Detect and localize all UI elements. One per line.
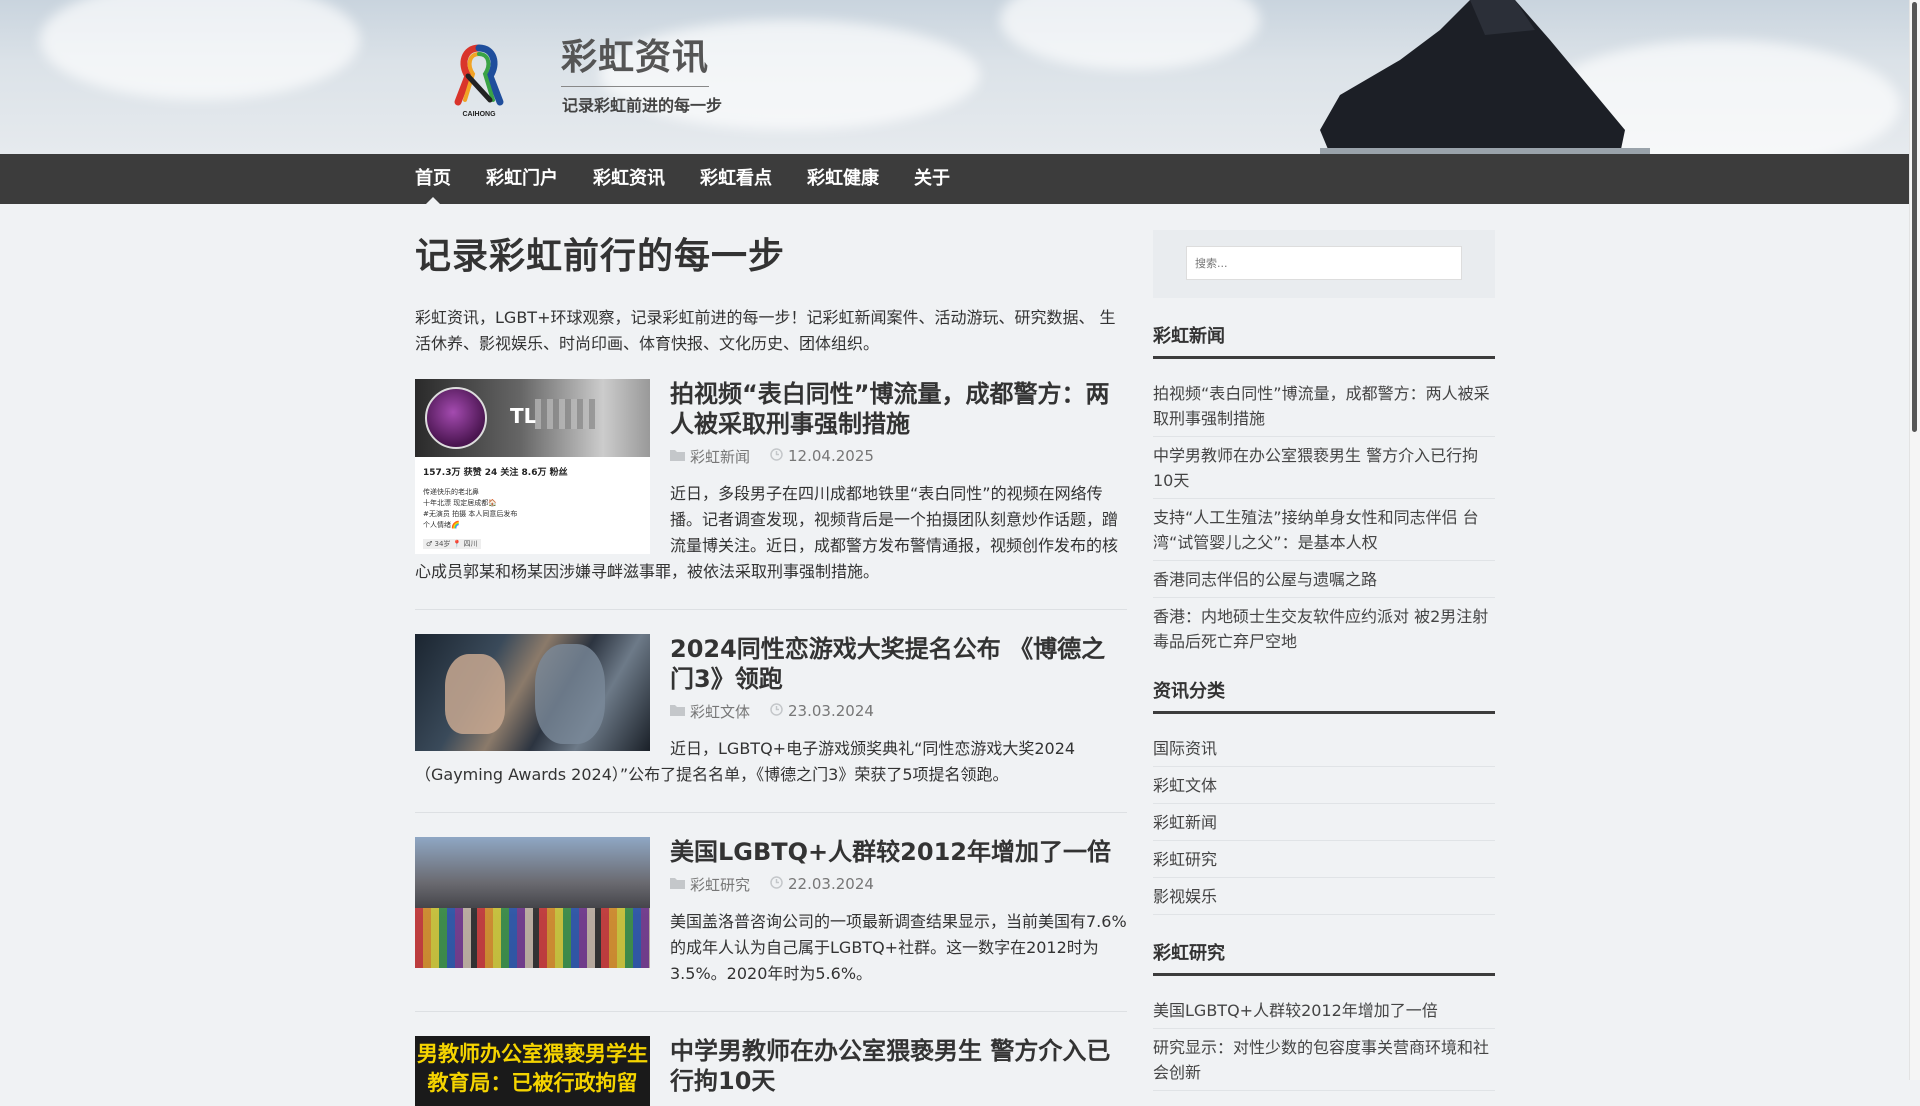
post-date: 22.03.2024 [788,875,874,893]
post-item: TL 157.3万 获赞 24 关注 8.6万 粉丝 传递快乐的老北鼻 十年北漂… [415,379,1127,610]
post-date: 23.03.2024 [788,702,874,720]
thumb-crowd [415,908,650,968]
header-tent-image [1320,0,1650,154]
widget-title: 资讯分类 [1153,677,1495,714]
widget-news-link[interactable]: 支持“人工生殖法”接纳单身女性和同志伴侣 台湾“试管婴儿之父”：是基本人权 [1153,499,1495,561]
thumb-bio-line: 个人情绪🌈 [423,521,460,529]
scrollbar-thumb[interactable] [1912,2,1917,432]
page-title: 记录彩虹前行的每一步 [415,236,786,277]
thumb-stats: 157.3万 获赞 24 关注 8.6万 粉丝 [423,468,568,478]
post-thumbnail[interactable]: TL 157.3万 获赞 24 关注 8.6万 粉丝 传递快乐的老北鼻 十年北漂… [415,379,650,554]
post-meta: 彩虹文体 23.03.2024 [670,700,1127,722]
main-nav: 首页 彩虹门户 彩虹资讯 彩虹看点 彩虹健康 关于 [0,154,1910,204]
clock-icon [770,875,783,893]
thumb-bio: 传递快乐的老北鼻 十年北漂 现定居成都🏠 #无演员 拍摄 本人同意后发布 个人情… [423,487,517,531]
header-cloud [40,0,360,100]
post-date: 12.04.2025 [788,447,874,465]
thumb-caption: 男教师办公室猥亵男学生 [417,1042,648,1066]
page-scrollbar[interactable] [1909,0,1920,1080]
logo-text: CAIHONG [462,111,496,118]
widget-rainbow-news: 彩虹新闻 拍视频“表白同性”博流量，成都警方：两人被采取刑事强制措施 中学男教师… [1153,322,1495,659]
widget-rainbow-research: 彩虹研究 美国LGBTQ+人群较2012年增加了一倍 研究显示：对性少数的包容度… [1153,939,1495,1091]
widget-title: 彩虹研究 [1153,939,1495,976]
research-link[interactable]: 研究显示：对性少数的包容度事关营商环境和社会创新 [1153,1029,1495,1091]
category-link[interactable]: 彩虹研究 [1153,841,1495,878]
widget-news-link[interactable]: 拍视频“表白同性”博流量，成都警方：两人被采取刑事强制措施 [1153,375,1495,437]
thumb-tag: ♂ 34岁 📍 四川 [423,539,481,549]
category-link[interactable]: 彩虹文体 [1153,767,1495,804]
widget-categories: 资讯分类 国际资讯 彩虹文体 彩虹新闻 彩虹研究 影视娱乐 [1153,677,1495,915]
post-item: 男教师办公室猥亵男学生 教育局：已被行政拘留 中学男教师在办公室猥亵男生 警方介… [415,1036,1127,1106]
post-thumbnail[interactable]: 男教师办公室猥亵男学生 教育局：已被行政拘留 [415,1036,650,1106]
avatar [425,387,487,449]
site-header: CAIHONG 彩虹资讯 记录彩虹前进的每一步 [0,0,1910,154]
site-tagline: 记录彩虹前进的每一步 [562,96,723,115]
clock-icon [770,702,783,720]
widget-title: 彩虹新闻 [1153,322,1495,359]
folder-icon [670,702,685,720]
site-logo-icon[interactable]: CAIHONG [440,40,518,118]
post-meta: 彩虹新闻 12.04.2025 [670,445,1127,467]
post-category[interactable]: 彩虹新闻 [690,446,750,467]
research-link[interactable]: 美国LGBTQ+人群较2012年增加了一倍 [1153,992,1495,1029]
folder-icon [670,447,685,465]
post-item: 2024同性恋游戏大奖提名公布 《博德之门3》领跑 彩虹文体 23.03.202… [415,634,1127,813]
category-link[interactable]: 国际资讯 [1153,730,1495,767]
post-category[interactable]: 彩虹研究 [690,874,750,895]
folder-icon [670,875,685,893]
main-content: 记录彩虹前行的每一步 彩虹资讯，LGBT+环球观察，记录彩虹前进的每一步！记彩虹… [415,204,1127,1106]
post-category[interactable]: 彩虹文体 [690,701,750,722]
widget-news-link[interactable]: 香港同志伴侣的公屋与遗嘱之路 [1153,561,1495,598]
post-item: 美国LGBTQ+人群较2012年增加了一倍 彩虹研究 22.03.2024 美国… [415,837,1127,1012]
thumb-pixelated-area [535,399,595,429]
nav-item-news[interactable]: 彩虹资讯 [593,154,665,204]
header-cloud [1000,0,1260,70]
post-meta: 彩虹研究 22.03.2024 [670,873,1127,895]
thumb-bio-line: #无演员 拍摄 本人同意后发布 [423,510,518,518]
widget-news-link[interactable]: 中学男教师在办公室猥亵男生 警方介入已行拘10天 [1153,437,1495,499]
sidebar: 彩虹新闻 拍视频“表白同性”博流量，成都警方：两人被采取刑事强制措施 中学男教师… [1153,230,1495,1091]
nav-item-home[interactable]: 首页 [415,154,451,204]
thumb-avatar-name: TL [510,404,537,428]
nav-item-portal[interactable]: 彩虹门户 [486,154,558,204]
thumb-bio-line: 十年北漂 现定居成都🏠 [423,499,497,507]
thumb-figure [445,654,505,734]
thumb-caption: 教育局：已被行政拘留 [427,1071,638,1095]
post-thumbnail[interactable] [415,634,650,751]
nav-item-about[interactable]: 关于 [914,154,950,204]
nav-item-health[interactable]: 彩虹健康 [807,154,879,204]
intro-text: 彩虹资讯，LGBT+环球观察，记录彩虹前进的每一步！记彩虹新闻案件、活动游玩、研… [415,308,1116,353]
post-thumbnail[interactable] [415,837,650,968]
nav-item-highlights[interactable]: 彩虹看点 [700,154,772,204]
category-link[interactable]: 影视娱乐 [1153,878,1495,915]
search-input[interactable] [1186,246,1462,280]
thumb-figure [535,644,605,744]
category-link[interactable]: 彩虹新闻 [1153,804,1495,841]
thumb-bio-line: 传递快乐的老北鼻 [423,488,479,496]
clock-icon [770,447,783,465]
site-title[interactable]: 彩虹资讯 [561,28,710,87]
widget-news-link[interactable]: 香港：内地硕士生交友软件应约派对 被2男注射毒品后死亡弃尸空地 [1153,598,1495,659]
search-widget [1153,230,1495,298]
